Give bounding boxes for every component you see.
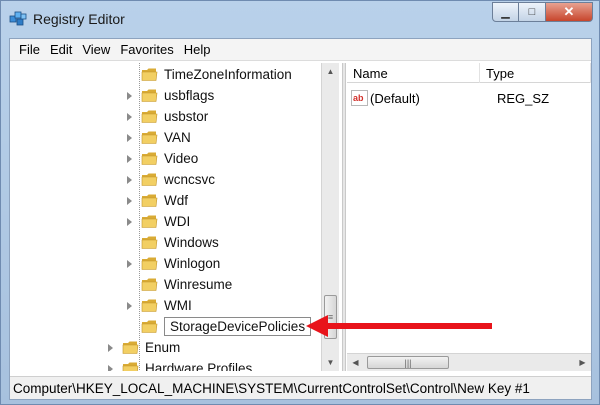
scroll-up-arrow-icon[interactable]: ▲	[322, 63, 339, 80]
list-header: Name Type	[347, 63, 591, 83]
no-expander	[125, 322, 135, 332]
expand-arrow-icon[interactable]	[125, 301, 135, 311]
value-type: REG_SZ	[497, 90, 550, 106]
menu-edit[interactable]: Edit	[45, 42, 77, 57]
folder-icon	[141, 215, 158, 228]
folder-icon	[141, 236, 158, 249]
expand-arrow-icon[interactable]	[125, 112, 135, 122]
expand-arrow-icon[interactable]	[106, 364, 116, 371]
tree-item-rename-box[interactable]: StorageDevicePolicies	[164, 317, 312, 336]
tree-item-label: TimeZoneInformation	[164, 67, 292, 82]
expand-arrow-icon[interactable]	[125, 133, 135, 143]
tree-item-label: usbflags	[164, 88, 215, 103]
client-area: File Edit View Favorites Help TimeZoneIn…	[9, 38, 592, 400]
scroll-down-arrow-icon[interactable]: ▼	[322, 354, 339, 371]
folder-icon	[122, 362, 139, 371]
registry-editor-icon	[9, 11, 27, 26]
expand-arrow-icon[interactable]	[106, 343, 116, 353]
expand-arrow-icon[interactable]	[125, 259, 135, 269]
window-title: Registry Editor	[33, 11, 125, 27]
tree-item-label: Hardware Profiles	[145, 361, 253, 371]
tree-item[interactable]: Hardware Profiles	[106, 358, 252, 371]
tree-item[interactable]: Video	[125, 148, 198, 169]
registry-editor-window: Registry Editor ▁ □ ✕ File Edit View Fav…	[0, 0, 600, 405]
folder-icon	[141, 131, 158, 144]
folder-icon	[141, 299, 158, 312]
no-expander	[125, 280, 135, 290]
tree-item-label: WDI	[164, 214, 191, 229]
tree-item[interactable]: Windows	[125, 232, 219, 253]
tree-item-label: WMI	[164, 298, 192, 313]
tree-item-label: Winresume	[164, 277, 233, 292]
maximize-icon: □	[528, 6, 536, 18]
tree-item[interactable]: TimeZoneInformation	[125, 64, 292, 85]
tree-item-label: Enum	[145, 340, 181, 355]
menu-help[interactable]: Help	[179, 42, 216, 57]
tree-item[interactable]: WMI	[125, 295, 192, 316]
menu-favorites[interactable]: Favorites	[115, 42, 178, 57]
folder-icon	[141, 194, 158, 207]
tree-item-label: wcncsvc	[164, 172, 216, 187]
maximize-button[interactable]: □	[519, 2, 546, 22]
expand-arrow-icon[interactable]	[125, 154, 135, 164]
expand-arrow-icon[interactable]	[125, 196, 135, 206]
folder-icon	[141, 320, 158, 333]
tree-item-label: usbstor	[164, 109, 209, 124]
status-bar-path: Computer\HKEY_LOCAL_MACHINE\SYSTEM\Curre…	[10, 376, 591, 399]
expand-arrow-icon[interactable]	[125, 175, 135, 185]
tree-item-label: Video	[164, 151, 199, 166]
minimize-icon: ▁	[501, 6, 510, 19]
folder-icon	[141, 68, 158, 81]
tree-item-label: Windows	[164, 235, 219, 250]
tree-item-label: Winlogon	[164, 256, 221, 271]
expand-arrow-icon[interactable]	[125, 217, 135, 227]
list-horizontal-scrollbar[interactable]: ◀ ||| ▶	[347, 353, 591, 371]
column-header-type[interactable]: Type	[480, 63, 591, 83]
tree-item[interactable]: Enum	[106, 337, 180, 358]
value-name: (Default)	[370, 90, 420, 106]
tree-item[interactable]: Winresume	[125, 274, 232, 295]
tree-item[interactable]: wcncsvc	[125, 169, 215, 190]
column-header-name[interactable]: Name	[347, 63, 480, 83]
menu-file[interactable]: File	[14, 42, 45, 57]
folder-icon	[141, 257, 158, 270]
folder-icon	[122, 341, 139, 354]
menu-view[interactable]: View	[77, 42, 115, 57]
list-item[interactable]: ab (Default) REG_SZ	[347, 88, 549, 108]
key-tree-pane[interactable]: TimeZoneInformation usbflags usbstor VAN Vid…	[10, 63, 342, 371]
menu-bar: File Edit View Favorites Help	[10, 39, 591, 61]
string-value-icon: ab	[351, 90, 368, 106]
annotation-arrow-icon	[306, 315, 492, 337]
tree-item[interactable]: usbflags	[125, 85, 214, 106]
tree-item[interactable]: Winlogon	[125, 253, 220, 274]
tree-item[interactable]: Wdf	[125, 190, 188, 211]
svg-text:ab: ab	[353, 93, 364, 103]
tree-item-label: VAN	[164, 130, 191, 145]
folder-icon	[141, 89, 158, 102]
scroll-left-arrow-icon[interactable]: ◀	[347, 354, 364, 371]
tree-item[interactable]: VAN	[125, 127, 191, 148]
minimize-button[interactable]: ▁	[492, 2, 519, 22]
folder-icon	[141, 278, 158, 291]
tree-item[interactable]: usbstor	[125, 106, 208, 127]
tree-item-label: Wdf	[164, 193, 189, 208]
folder-icon	[141, 152, 158, 165]
tree-item[interactable]: WDI	[125, 211, 190, 232]
title-bar: Registry Editor ▁ □ ✕	[1, 1, 599, 37]
tree-item[interactable]: StorageDevicePolicies	[125, 316, 312, 337]
expand-arrow-icon[interactable]	[125, 91, 135, 101]
folder-icon	[141, 110, 158, 123]
list-scroll-thumb[interactable]: |||	[367, 356, 449, 369]
scroll-right-arrow-icon[interactable]: ▶	[574, 354, 591, 371]
no-expander	[125, 238, 135, 248]
no-expander	[125, 70, 135, 80]
close-icon: ✕	[563, 4, 575, 19]
close-button[interactable]: ✕	[546, 2, 593, 22]
folder-icon	[141, 173, 158, 186]
